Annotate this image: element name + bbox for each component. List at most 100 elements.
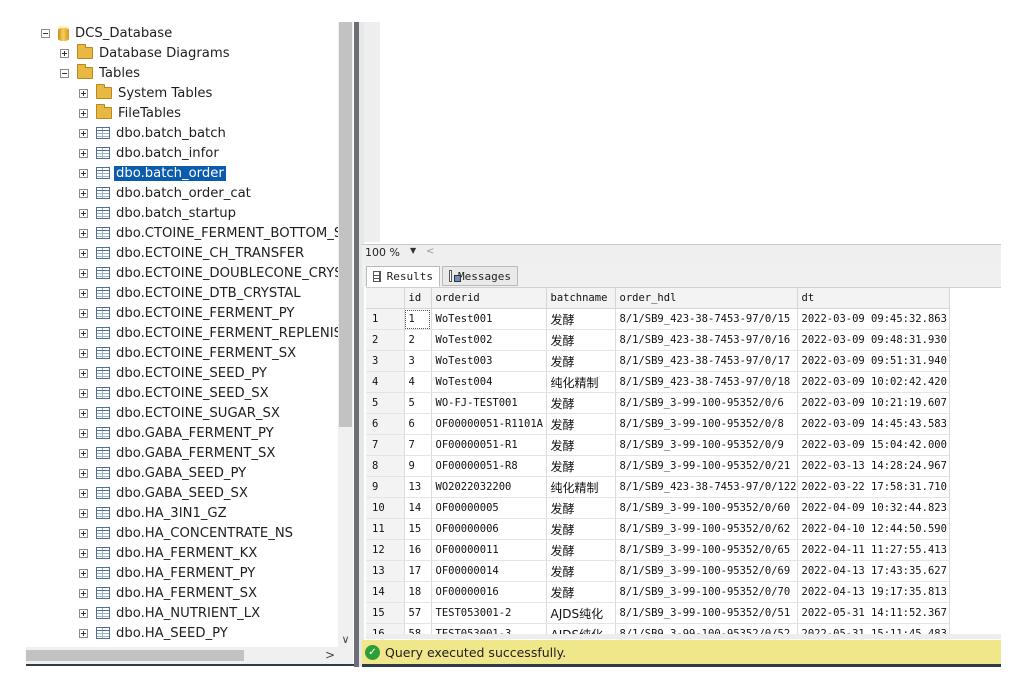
table-cell[interactable]: 2022-03-09 14:45:43.583 [797, 413, 950, 435]
tree-node[interactable]: Database Diagrams [60, 43, 230, 63]
table-cell[interactable]: 8/1/SB9_423-38-7453-97/0/122 [615, 476, 798, 498]
tree-node[interactable]: dbo.batch_infor [79, 143, 219, 163]
table-cell[interactable]: 17 [404, 560, 432, 582]
scroll-right-icon[interactable]: > [325, 647, 335, 664]
table-row[interactable]: 5 5 WO-FJ-TEST001 发酵 8/1/SB9_3-99-100-95352/… [366, 392, 950, 414]
row-number[interactable]: 2 [366, 329, 405, 351]
table-cell[interactable]: 2022-04-11 11:27:55.413 [797, 539, 950, 561]
tree-node-database[interactable]: DCS_Database [41, 23, 172, 43]
table-row[interactable]: 11 15 OF00000006 发酵 8/1/SB9_3-99-100-95352/0… [366, 518, 950, 540]
table-cell[interactable]: OF00000011 [431, 539, 547, 561]
table-cell[interactable]: 发酵 [546, 455, 616, 477]
table-row[interactable]: 15 57 TEST053001-2 AJDS纯化 8/1/SB9_3-99-100-9… [366, 602, 950, 624]
tree-node[interactable]: dbo.ECTOINE_FERMENT_SX [79, 343, 296, 363]
table-cell[interactable]: 16 [404, 539, 432, 561]
row-number[interactable]: 8 [366, 455, 405, 477]
table-cell[interactable]: OF00000005 [431, 497, 547, 519]
expand-icon[interactable] [79, 248, 88, 258]
table-cell[interactable]: 4 [404, 371, 432, 393]
tree-node[interactable]: dbo.GABA_FERMENT_PY [79, 423, 274, 443]
column-header[interactable]: dt [797, 288, 950, 309]
table-row[interactable]: 12 16 OF00000011 发酵 8/1/SB9_3-99-100-95352/0… [366, 539, 950, 561]
table-row[interactable]: 1 1 WoTest001 发酵 8/1/SB9_423-38-7453-97/0/15… [366, 308, 950, 330]
table-cell[interactable]: 9 [404, 455, 432, 477]
tree-node[interactable]: Tables [60, 63, 140, 83]
tree-node[interactable]: dbo.ECTOINE_FERMENT_PY [79, 303, 294, 323]
expand-icon[interactable] [79, 468, 88, 478]
expand-icon[interactable] [79, 308, 88, 318]
expand-icon[interactable] [79, 328, 88, 338]
table-cell[interactable]: 2022-03-09 09:45:32.863 [797, 308, 950, 330]
table-cell[interactable]: 8/1/SB9_3-99-100-95352/0/21 [615, 455, 798, 477]
tree-node[interactable]: dbo.HA_FERMENT_PY [79, 563, 255, 583]
tree-node[interactable]: dbo.batch_order_cat [79, 183, 251, 203]
table-cell[interactable]: OF00000051-R1101A [431, 413, 547, 435]
expand-icon[interactable] [79, 188, 88, 198]
zoom-dropdown-icon[interactable]: ▼ [410, 246, 416, 255]
table-cell[interactable]: 8/1/SB9_3-99-100-95352/0/65 [615, 539, 798, 561]
table-cell[interactable]: WoTest004 [431, 371, 547, 393]
expand-icon[interactable] [79, 608, 88, 618]
table-cell[interactable]: 2 [404, 329, 432, 351]
table-cell[interactable]: 发酵 [546, 329, 616, 351]
table-row[interactable]: 14 18 OF00000016 发酵 8/1/SB9_3-99-100-95352/0… [366, 581, 950, 603]
table-cell[interactable]: 2022-04-10 12:44:50.590 [797, 518, 950, 540]
row-number[interactable]: 15 [366, 602, 405, 624]
explorer-horizontal-scrollbar[interactable]: > [26, 647, 338, 664]
expand-icon[interactable] [79, 288, 88, 298]
tab-results[interactable]: Results [366, 266, 440, 287]
table-cell[interactable]: 8/1/SB9_423-38-7453-97/0/18 [615, 371, 798, 393]
expand-icon[interactable] [79, 88, 88, 98]
column-header[interactable]: orderid [431, 288, 547, 309]
tree-node[interactable]: dbo.GABA_FERMENT_SX [79, 443, 275, 463]
column-header[interactable]: order_hdl [615, 288, 798, 309]
zoom-level[interactable]: 100 % [365, 246, 400, 259]
expand-icon[interactable] [79, 568, 88, 578]
tree-node[interactable]: dbo.HA_FERMENT_SX [79, 583, 257, 603]
table-cell[interactable]: 2022-04-09 10:32:44.823 [797, 497, 950, 519]
table-row[interactable]: 9 13 WO2022032200 纯化精制 8/1/SB9_423-38-7453-9… [366, 476, 950, 498]
tree-node[interactable]: dbo.ECTOINE_SUGAR_SX [79, 403, 280, 423]
tree-node[interactable]: dbo.batch_order [79, 163, 226, 183]
results-grid[interactable]: id orderid batchname order_hdl dt 1 1 WoTest00… [366, 287, 1001, 635]
row-number[interactable]: 11 [366, 518, 405, 540]
expand-icon[interactable] [79, 368, 88, 378]
table-cell[interactable]: 2022-03-22 17:58:31.710 [797, 476, 950, 498]
table-cell[interactable]: OF00000051-R1 [431, 434, 547, 456]
tab-messages[interactable]: Messages [442, 266, 518, 286]
table-cell[interactable]: 2022-03-09 15:04:42.000 [797, 434, 950, 456]
table-row[interactable]: 7 7 OF00000051-R1 发酵 8/1/SB9_3-99-100-95352/… [366, 434, 950, 456]
expand-icon[interactable] [79, 508, 88, 518]
table-row[interactable]: 4 4 WoTest004 纯化精制 8/1/SB9_423-38-7453-97/0/… [366, 371, 950, 393]
table-cell[interactable]: 8/1/SB9_3-99-100-95352/0/60 [615, 497, 798, 519]
table-cell[interactable]: WoTest003 [431, 350, 547, 372]
tree-node[interactable]: dbo.HA_NUTRIENT_LX [79, 603, 260, 623]
table-cell[interactable]: WO2022032200 [431, 476, 547, 498]
table-cell[interactable]: 发酵 [546, 497, 616, 519]
scroll-thumb[interactable] [26, 650, 244, 661]
explorer-vertical-scrollbar[interactable]: ∨ [338, 22, 353, 647]
table-cell[interactable]: 发酵 [546, 560, 616, 582]
tree-node[interactable]: dbo.batch_batch [79, 123, 226, 143]
table-cell[interactable]: 2022-03-09 10:02:42.420 [797, 371, 950, 393]
expand-icon[interactable] [79, 208, 88, 218]
table-cell[interactable]: 3 [404, 350, 432, 372]
table-cell[interactable]: 18 [404, 581, 432, 603]
row-number[interactable]: 3 [366, 350, 405, 372]
grid-corner-header[interactable] [366, 288, 405, 309]
table-row[interactable]: 2 2 WoTest002 发酵 8/1/SB9_423-38-7453-97/0/16… [366, 329, 950, 351]
table-cell[interactable]: AJDS纯化 [546, 602, 616, 624]
expand-icon[interactable] [79, 228, 88, 238]
collapse-icon[interactable] [41, 28, 50, 38]
tree-node[interactable]: dbo.HA_3IN1_GZ [79, 503, 227, 523]
table-cell[interactable]: OF00000006 [431, 518, 547, 540]
expand-icon[interactable] [79, 448, 88, 458]
expand-icon[interactable] [79, 268, 88, 278]
row-number[interactable]: 9 [366, 476, 405, 498]
expand-icon[interactable] [79, 488, 88, 498]
table-cell[interactable]: 发酵 [546, 539, 616, 561]
table-cell[interactable]: 2022-03-09 10:21:19.607 [797, 392, 950, 414]
table-cell[interactable]: 15 [404, 518, 432, 540]
table-cell[interactable]: WoTest002 [431, 329, 547, 351]
table-row[interactable]: 10 14 OF00000005 发酵 8/1/SB9_3-99-100-95352/0… [366, 497, 950, 519]
